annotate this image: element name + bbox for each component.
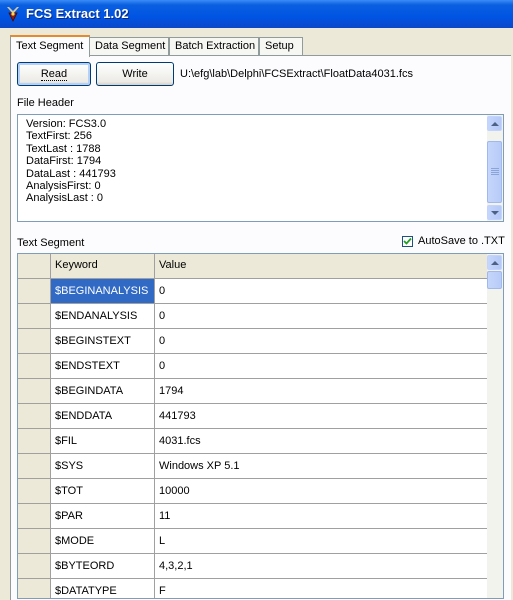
table-row[interactable]: $ENDDATA 441793 <box>18 404 488 429</box>
value-cell[interactable]: 0 <box>155 329 488 354</box>
row-indicator <box>18 479 51 504</box>
tab-setup[interactable]: Setup <box>259 37 303 55</box>
value-cell[interactable]: 0 <box>155 304 488 329</box>
tab-batch-extraction[interactable]: Batch Extraction <box>169 37 259 55</box>
app-icon <box>7 7 19 22</box>
text-segment-label: Text Segment <box>17 237 85 249</box>
header-line: TextLast : 1788 <box>26 142 101 155</box>
header-line: TextFirst: 256 <box>26 130 93 143</box>
table-row[interactable]: $BYTEORD 4,3,2,1 <box>18 554 488 579</box>
table-row[interactable]: $ENDANALYSIS 0 <box>18 304 488 329</box>
memo-scroll-up-button[interactable] <box>487 116 502 131</box>
row-indicator <box>18 304 51 329</box>
row-indicator <box>18 529 51 554</box>
tab-data-segment[interactable]: Data Segment <box>89 37 169 55</box>
row-indicator <box>18 379 51 404</box>
chevron-up-icon <box>490 121 499 126</box>
text-segment-grid[interactable]: Keyword Value $BEGINANALYSIS 0 $ENDANALY… <box>17 253 504 599</box>
memo-scroll-down-button[interactable] <box>487 205 502 220</box>
window-title: FCS Extract 1.02 <box>26 6 129 21</box>
keyword-cell[interactable]: $DATATYPE <box>51 579 155 598</box>
grid-scroll-thumb[interactable] <box>487 271 502 289</box>
keyword-cell[interactable]: $SYS <box>51 454 155 479</box>
header-line: AnalysisFirst: 0 <box>26 180 101 193</box>
header-line: AnalysisLast : 0 <box>26 192 104 205</box>
grid-scrollbar[interactable] <box>487 254 503 598</box>
table-row[interactable]: $PAR 11 <box>18 504 488 529</box>
keyword-cell[interactable]: $FIL <box>51 429 155 454</box>
value-cell[interactable]: 4031.fcs <box>155 429 488 454</box>
keyword-cell[interactable]: $ENDSTEXT <box>51 354 155 379</box>
value-cell[interactable]: 4,3,2,1 <box>155 554 488 579</box>
keyword-cell[interactable]: $BEGINSTEXT <box>51 329 155 354</box>
keyword-cell[interactable]: $MODE <box>51 529 155 554</box>
memo-scroll-thumb[interactable] <box>487 141 502 203</box>
table-row[interactable]: $DATATYPE F <box>18 579 488 598</box>
grid-header-row: Keyword Value <box>18 254 488 279</box>
table-row[interactable]: $BEGINSTEXT 0 <box>18 329 488 354</box>
column-header-value[interactable]: Value <box>155 254 488 279</box>
row-indicator <box>18 429 51 454</box>
row-indicator <box>18 504 51 529</box>
header-line: Version: FCS3.0 <box>26 118 107 130</box>
column-header-keyword[interactable]: Keyword <box>51 254 155 279</box>
row-indicator <box>18 354 51 379</box>
table-row[interactable]: $BEGINDATA 1794 <box>18 379 488 404</box>
value-cell[interactable]: 0 <box>155 354 488 379</box>
file-path: U:\efg\lab\Delphi\FCSExtract\FloatData40… <box>180 68 413 80</box>
autosave-checkbox[interactable] <box>402 236 413 247</box>
write-button[interactable]: Write <box>96 62 174 86</box>
header-line: DataLast : 441793 <box>26 167 116 180</box>
table-row[interactable]: $FIL 4031.fcs <box>18 429 488 454</box>
write-button-label: Write <box>122 68 148 80</box>
row-indicator <box>18 579 51 598</box>
tab-text-segment[interactable]: Text Segment <box>10 35 90 57</box>
keyword-cell[interactable]: $BEGINDATA <box>51 379 155 404</box>
chevron-down-icon <box>490 210 499 215</box>
checkmark-icon <box>403 237 412 245</box>
file-header-memo[interactable]: Version: FCS3.0 TextFirst: 256 TextLast … <box>17 114 504 222</box>
value-cell[interactable]: L <box>155 529 488 554</box>
title-bar[interactable]: FCS Extract 1.02 <box>0 0 513 28</box>
keyword-cell[interactable]: $ENDDATA <box>51 404 155 429</box>
table-row[interactable]: $SYS Windows XP 5.1 <box>18 454 488 479</box>
value-cell[interactable]: 441793 <box>155 404 488 429</box>
row-indicator <box>18 454 51 479</box>
table-row[interactable]: $BEGINANALYSIS 0 <box>18 279 488 304</box>
row-indicator <box>18 279 51 304</box>
file-header-label: File Header <box>17 97 74 109</box>
value-cell[interactable]: 0 <box>155 279 488 304</box>
value-cell[interactable]: 10000 <box>155 479 488 504</box>
table-row[interactable]: $TOT 10000 <box>18 479 488 504</box>
grid-corner-cell <box>18 254 51 279</box>
keyword-cell[interactable]: $BEGINANALYSIS <box>51 279 155 304</box>
read-button[interactable]: Read <box>17 62 91 86</box>
keyword-cell[interactable]: $ENDANALYSIS <box>51 304 155 329</box>
table-row[interactable]: $ENDSTEXT 0 <box>18 354 488 379</box>
keyword-cell[interactable]: $TOT <box>51 479 155 504</box>
keyword-cell[interactable]: $BYTEORD <box>51 554 155 579</box>
read-button-label: Read <box>40 68 68 81</box>
row-indicator <box>18 404 51 429</box>
header-line: DataFirst: 1794 <box>26 155 102 168</box>
grid-scroll-up-button[interactable] <box>487 255 502 270</box>
row-indicator <box>18 329 51 354</box>
value-cell[interactable]: Windows XP 5.1 <box>155 454 488 479</box>
file-header-text: Version: FCS3.0 TextFirst: 256 TextLast … <box>26 118 116 205</box>
chevron-up-icon <box>490 260 499 265</box>
keyword-cell[interactable]: $PAR <box>51 504 155 529</box>
table-row[interactable]: $MODE L <box>18 529 488 554</box>
value-cell[interactable]: 1794 <box>155 379 488 404</box>
row-indicator <box>18 554 51 579</box>
value-cell[interactable]: 11 <box>155 504 488 529</box>
memo-scrollbar[interactable] <box>487 115 503 221</box>
autosave-label[interactable]: AutoSave to .TXT <box>418 235 505 247</box>
value-cell[interactable]: F <box>155 579 488 598</box>
